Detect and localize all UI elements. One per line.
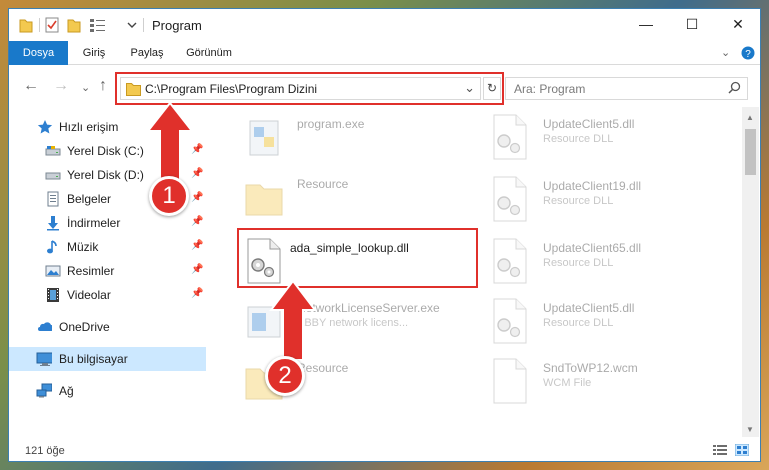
callout-badge: 2 <box>265 356 305 396</box>
arrow-up-icon <box>145 101 195 183</box>
callout-overlay <box>145 101 318 361</box>
arrow-up-icon <box>268 279 318 361</box>
callout-badge: 1 <box>149 176 189 216</box>
